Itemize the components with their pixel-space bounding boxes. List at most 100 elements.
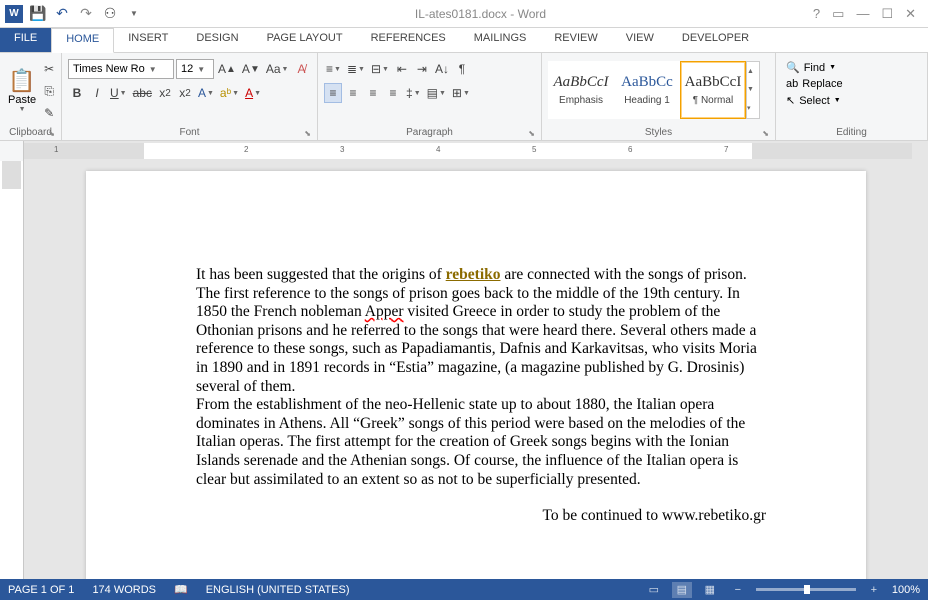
ribbon: 📋 Paste ▼ ✂ ⎘ ✎ Clipboard⬊ Times New Ro▼… (0, 53, 928, 141)
clipboard-icon: 📋 (8, 68, 35, 94)
zoom-in-icon[interactable]: + (864, 582, 884, 598)
tab-pagelayout[interactable]: PAGE LAYOUT (253, 28, 357, 52)
redo-icon[interactable]: ↷ (76, 4, 96, 24)
strike-button[interactable]: abc (131, 83, 154, 103)
window-title: IL-ates0181.docx - Word (148, 7, 813, 21)
font-color-icon[interactable]: A▼ (243, 83, 263, 103)
paragraph-1[interactable]: It has been suggested that the origins o… (196, 266, 766, 396)
paragraph-2[interactable]: From the establishment of the neo-Hellen… (196, 396, 766, 489)
style-normal[interactable]: AaBbCcI ¶ Normal (680, 61, 746, 119)
zoom-slider[interactable] (756, 588, 856, 591)
page: It has been suggested that the origins o… (86, 171, 866, 579)
tab-references[interactable]: REFERENCES (357, 28, 460, 52)
ribbon-options-icon[interactable]: ▭ (832, 6, 844, 22)
change-case-icon[interactable]: Aa▼ (264, 59, 291, 79)
horizontal-ruler-area: 1 2 3 4 5 6 7 (0, 141, 928, 161)
status-words[interactable]: 174 WORDS (92, 584, 156, 596)
orgchart-icon[interactable]: ⚇ (100, 4, 120, 24)
find-icon: 🔍 (786, 61, 800, 74)
replace-icon: ab (786, 78, 798, 90)
horizontal-ruler[interactable]: 1 2 3 4 5 6 7 (24, 143, 912, 159)
tab-developer[interactable]: DEVELOPER (668, 28, 763, 52)
replace-button[interactable]: abReplace (780, 76, 923, 92)
word-app-icon: W (4, 4, 24, 24)
tab-view[interactable]: VIEW (612, 28, 668, 52)
text-effects-icon[interactable]: A▼ (196, 83, 216, 103)
editing-group-label: Editing (836, 127, 867, 138)
font-launcher-icon[interactable]: ⬊ (304, 129, 311, 138)
style-heading1[interactable]: AaBbCc Heading 1 (614, 61, 680, 119)
close-icon[interactable]: ✕ (905, 6, 916, 22)
increase-indent-icon[interactable]: ⇥ (413, 59, 431, 79)
status-page[interactable]: PAGE 1 OF 1 (8, 584, 74, 596)
cut-icon[interactable]: ✂ (40, 59, 58, 79)
zoom-out-icon[interactable]: − (728, 582, 748, 598)
tab-file[interactable]: FILE (0, 28, 51, 52)
line-spacing-icon[interactable]: ‡▼ (404, 83, 423, 103)
ribbon-tabs: FILE HOME INSERT DESIGN PAGE LAYOUT REFE… (0, 28, 928, 53)
tab-review[interactable]: REVIEW (540, 28, 611, 52)
show-marks-icon[interactable]: ¶ (453, 59, 471, 79)
numbering-icon[interactable]: ≣▼ (345, 59, 367, 79)
maximize-icon[interactable]: ☐ (881, 6, 893, 22)
continued-line[interactable]: To be continued to www.rebetiko.gr (196, 507, 766, 526)
read-mode-icon[interactable]: ▭ (644, 582, 664, 598)
rebetiko-link[interactable]: rebetiko (446, 266, 501, 283)
paragraph-launcher-icon[interactable]: ⬊ (528, 129, 535, 138)
minimize-icon[interactable]: — (856, 6, 869, 22)
bold-button[interactable]: B (68, 83, 86, 103)
clipboard-launcher-icon[interactable]: ⬊ (48, 129, 55, 138)
status-language[interactable]: ENGLISH (UNITED STATES) (206, 584, 350, 596)
subscript-button[interactable]: x2 (156, 83, 174, 103)
clear-format-icon[interactable]: A̸ (292, 59, 310, 79)
find-button[interactable]: 🔍Find ▼ (780, 59, 923, 76)
print-layout-icon[interactable]: ▤ (672, 582, 692, 598)
justify-icon[interactable]: ≡ (384, 83, 402, 103)
borders-icon[interactable]: ⊞▼ (450, 83, 472, 103)
italic-button[interactable]: I (88, 83, 106, 103)
style-emphasis[interactable]: AaBbCcI Emphasis (548, 61, 614, 119)
save-icon[interactable]: 💾 (28, 4, 48, 24)
superscript-button[interactable]: x2 (176, 83, 194, 103)
undo-icon[interactable]: ↶ (52, 4, 72, 24)
styles-launcher-icon[interactable]: ⬊ (762, 129, 769, 138)
decrease-indent-icon[interactable]: ⇤ (393, 59, 411, 79)
font-group-label: Font (179, 127, 199, 138)
styles-group-label: Styles (645, 127, 672, 138)
font-name-combo[interactable]: Times New Ro▼ (68, 59, 174, 79)
web-layout-icon[interactable]: ▦ (700, 582, 720, 598)
styles-more-icon[interactable]: ▲▼▾ (746, 61, 760, 119)
zoom-level[interactable]: 100% (892, 584, 920, 596)
tab-design[interactable]: DESIGN (182, 28, 252, 52)
copy-icon[interactable]: ⎘ (40, 81, 58, 101)
align-right-icon[interactable]: ≡ (364, 83, 382, 103)
multilevel-icon[interactable]: ⊟▼ (369, 59, 391, 79)
paste-label: Paste (8, 94, 36, 106)
status-proof-icon[interactable]: 📖 (174, 583, 188, 596)
format-painter-icon[interactable]: ✎ (40, 103, 58, 123)
document-area[interactable]: It has been suggested that the origins o… (24, 161, 928, 579)
select-icon: ↖ (786, 94, 795, 107)
select-button[interactable]: ↖Select ▼ (780, 92, 923, 109)
grow-font-icon[interactable]: A▲ (216, 59, 238, 79)
font-size-combo[interactable]: 12▼ (176, 59, 214, 79)
align-left-icon[interactable]: ≡ (324, 83, 342, 103)
shading-icon[interactable]: ▤▼ (425, 83, 448, 103)
help-icon[interactable]: ? (813, 6, 820, 22)
underline-button[interactable]: U▼ (108, 83, 129, 103)
align-center-icon[interactable]: ≡ (344, 83, 362, 103)
sort-icon[interactable]: A↓ (433, 59, 451, 79)
clipboard-group-label: Clipboard (9, 127, 52, 138)
qat-customize-icon[interactable]: ▼ (124, 4, 144, 24)
tab-home[interactable]: HOME (51, 28, 114, 53)
vertical-ruler[interactable] (0, 161, 24, 579)
tab-insert[interactable]: INSERT (114, 28, 182, 52)
spellcheck-apper[interactable]: Apper (365, 303, 404, 320)
status-bar: PAGE 1 OF 1 174 WORDS 📖 ENGLISH (UNITED … (0, 579, 928, 600)
shrink-font-icon[interactable]: A▼ (240, 59, 262, 79)
title-bar: W 💾 ↶ ↷ ⚇ ▼ IL-ates0181.docx - Word ? ▭ … (0, 0, 928, 28)
highlight-icon[interactable]: aᵇ▼ (218, 83, 241, 103)
bullets-icon[interactable]: ≡▼ (324, 59, 343, 79)
paste-button[interactable]: 📋 Paste ▼ (4, 55, 40, 125)
tab-mailings[interactable]: MAILINGS (460, 28, 541, 52)
